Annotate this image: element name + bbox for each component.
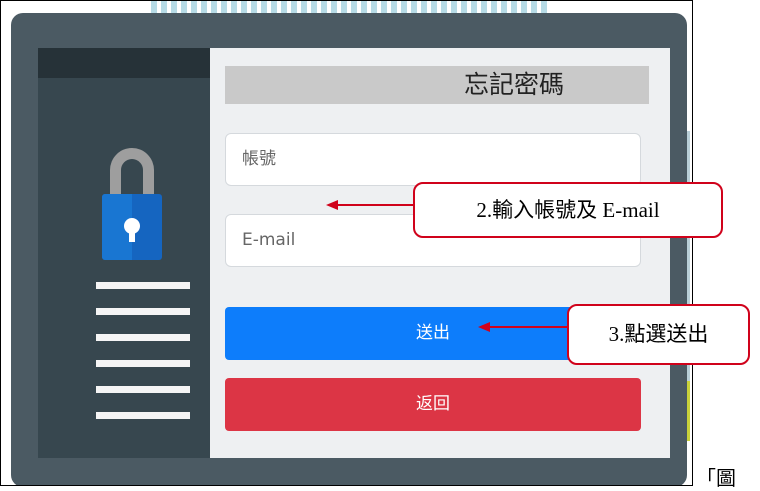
arrow-left-icon (478, 322, 490, 332)
arrow-left-icon (326, 200, 338, 210)
forgot-password-modal: 忘記密碼 帳號 E-mail 送出 返回 (11, 13, 687, 485)
decorative-panel (38, 48, 210, 458)
figure-caption-fragment: 「圖 (696, 468, 736, 490)
callout-arrow-step2 (336, 204, 414, 206)
decorative-panel-header (38, 48, 210, 78)
callout-step2: 2.輸入帳號及 E-mail (413, 182, 723, 238)
screenshot-frame: 忘記密碼 帳號 E-mail 送出 返回 (0, 0, 693, 486)
page-title: 忘記密碼 (225, 66, 649, 104)
form-panel: 忘記密碼 帳號 E-mail 送出 返回 (210, 48, 670, 458)
account-field[interactable]: 帳號 (225, 133, 641, 186)
lock-body (102, 194, 162, 260)
callout-arrow-step3 (488, 326, 568, 328)
callout-step3: 3.點選送出 (567, 304, 750, 365)
back-button[interactable]: 返回 (225, 378, 641, 431)
